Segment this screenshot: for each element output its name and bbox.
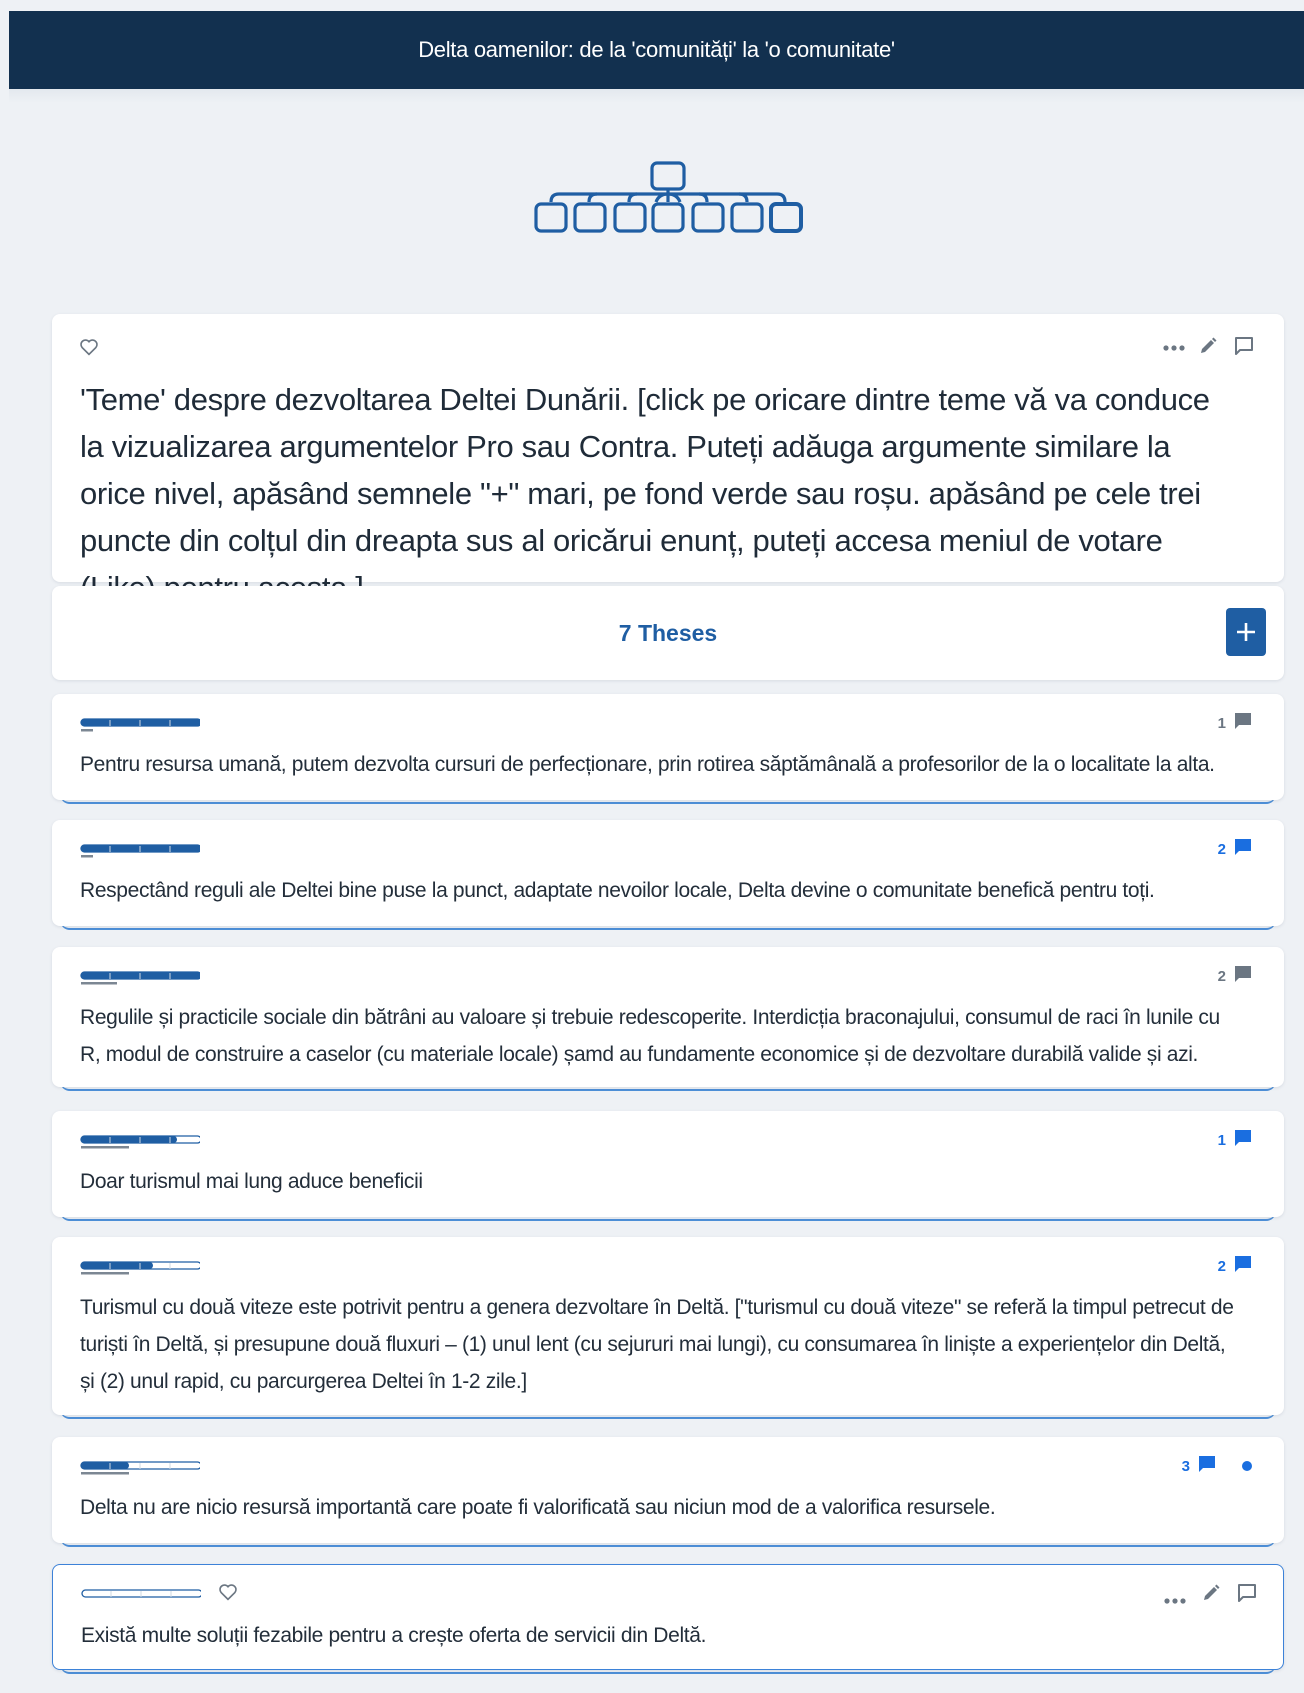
thesis-text: Turismul cu două viteze este potrivit pe… — [80, 1296, 1234, 1393]
more-icon[interactable] — [1163, 1589, 1187, 1613]
thesis-text: Există multe soluții fezabile pentru a c… — [81, 1624, 707, 1647]
comment-count[interactable]: 2 — [1218, 965, 1252, 987]
comment-icon — [1234, 712, 1252, 734]
heart-icon[interactable] — [217, 1581, 239, 1603]
thesis-text: Pentru resursa umană, putem dezvolta cur… — [80, 753, 1215, 776]
header-shadow — [9, 89, 1304, 103]
intro-text: 'Teme' despre dezvoltarea Deltei Dunării… — [80, 382, 1210, 605]
thesis-text: Delta nu are nicio resursă importantă ca… — [80, 1496, 996, 1519]
argument-tree-icon — [534, 161, 803, 233]
add-thesis-button[interactable] — [1226, 608, 1266, 656]
thesis-card[interactable]: 1 Pentru resursa umană, putem dezvolta cu… — [52, 694, 1284, 800]
comment-icon — [1198, 1455, 1216, 1477]
thesis-card[interactable]: Există multe soluții fezabile pentru a c… — [52, 1564, 1284, 1670]
comment-count-value: 1 — [1217, 714, 1226, 732]
comment-icon[interactable] — [1232, 334, 1256, 358]
comment-count[interactable]: 1 — [1218, 1129, 1252, 1151]
comment-count-value: 2 — [1217, 840, 1226, 858]
comment-count[interactable]: 2 — [1218, 838, 1252, 860]
comment-icon — [1234, 1255, 1252, 1277]
page-title: Delta oamenilor: de la 'comunități' la '… — [418, 37, 895, 62]
rating-meter — [80, 718, 200, 732]
comment-count[interactable]: 1 — [1218, 712, 1252, 734]
thesis-card[interactable]: 2 Regulile și practicile sociale din bătr… — [52, 947, 1284, 1087]
theses-header: 7 Theses — [52, 586, 1284, 680]
edit-icon[interactable] — [1196, 334, 1220, 358]
comment-count-value: 3 — [1181, 1457, 1190, 1475]
heart-icon[interactable] — [78, 336, 100, 358]
rating-meter — [80, 1135, 200, 1149]
rating-meter — [80, 1261, 200, 1275]
comment-count[interactable]: 2 — [1218, 1255, 1252, 1277]
comment-count-value: 2 — [1217, 1257, 1226, 1275]
comment-icon[interactable] — [1235, 1581, 1259, 1605]
rating-meter — [80, 971, 200, 985]
thesis-text: Respectând reguli ale Deltei bine puse l… — [80, 879, 1155, 902]
unread-indicator — [1242, 1461, 1252, 1471]
intro-card[interactable]: 'Teme' despre dezvoltarea Deltei Dunării… — [52, 314, 1284, 605]
rating-meter — [80, 1461, 200, 1475]
theses-count: 7 Theses — [618, 619, 718, 646]
comment-count[interactable]: 3 — [1182, 1455, 1252, 1477]
comment-count-value: 1 — [1217, 1131, 1226, 1149]
thesis-text: Doar turismul mai lung aduce beneficii — [80, 1170, 423, 1193]
thesis-card[interactable]: 2 Turismul cu două viteze este potrivit p… — [52, 1237, 1284, 1415]
rating-meter — [80, 844, 200, 858]
thesis-card[interactable]: 2 Respectând reguli ale Deltei bine puse … — [52, 820, 1284, 926]
comment-icon — [1234, 965, 1252, 987]
comment-icon — [1234, 1129, 1252, 1151]
thesis-card[interactable]: 3 Delta nu are nicio resursă importantă c… — [52, 1437, 1284, 1543]
edit-icon[interactable] — [1199, 1581, 1223, 1605]
plus-icon — [1237, 623, 1255, 641]
thesis-card[interactable]: 1 Doar turismul mai lung aduce beneficii — [52, 1111, 1284, 1217]
comment-icon — [1234, 838, 1252, 860]
app-header: Delta oamenilor: de la 'comunități' la '… — [9, 11, 1304, 89]
more-icon[interactable] — [1162, 340, 1186, 356]
thesis-text: Regulile și practicile sociale din bătrâ… — [80, 1006, 1220, 1066]
comment-count-value: 2 — [1217, 967, 1226, 985]
rating-meter — [81, 1589, 201, 1598]
